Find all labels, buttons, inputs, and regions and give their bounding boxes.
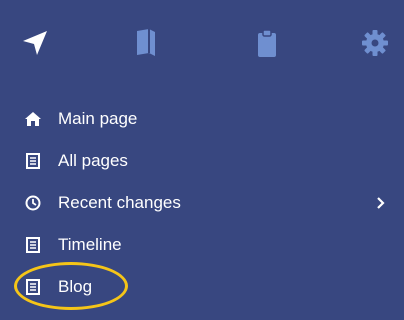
main-menu: Main page All pages Recent changes Timel… [0,98,404,308]
document-icon [24,278,42,296]
menu-item-main-page[interactable]: Main page [0,98,404,140]
document-icon [24,236,42,254]
gear-icon[interactable] [358,26,392,60]
menu-item-recent-changes[interactable]: Recent changes [0,182,404,224]
chevron-right-icon[interactable] [374,195,388,211]
navigation-icon[interactable] [18,26,52,60]
top-toolbar [0,0,404,88]
home-icon [24,110,42,128]
menu-item-label: Blog [58,277,93,296]
menu-item-all-pages[interactable]: All pages [0,140,404,182]
navigation-panel: Main page All pages Recent changes Timel… [0,0,404,320]
menu-item-label: Main page [58,109,138,128]
clipboard-icon[interactable] [250,26,284,60]
menu-item-label: Timeline [58,235,122,254]
menu-item-label: All pages [58,151,128,170]
menu-item-blog[interactable]: Blog [0,266,404,308]
book-icon[interactable] [129,26,163,60]
menu-item-timeline[interactable]: Timeline [0,224,404,266]
document-icon [24,152,42,170]
clock-icon [24,194,42,212]
menu-item-label: Recent changes [58,193,181,212]
